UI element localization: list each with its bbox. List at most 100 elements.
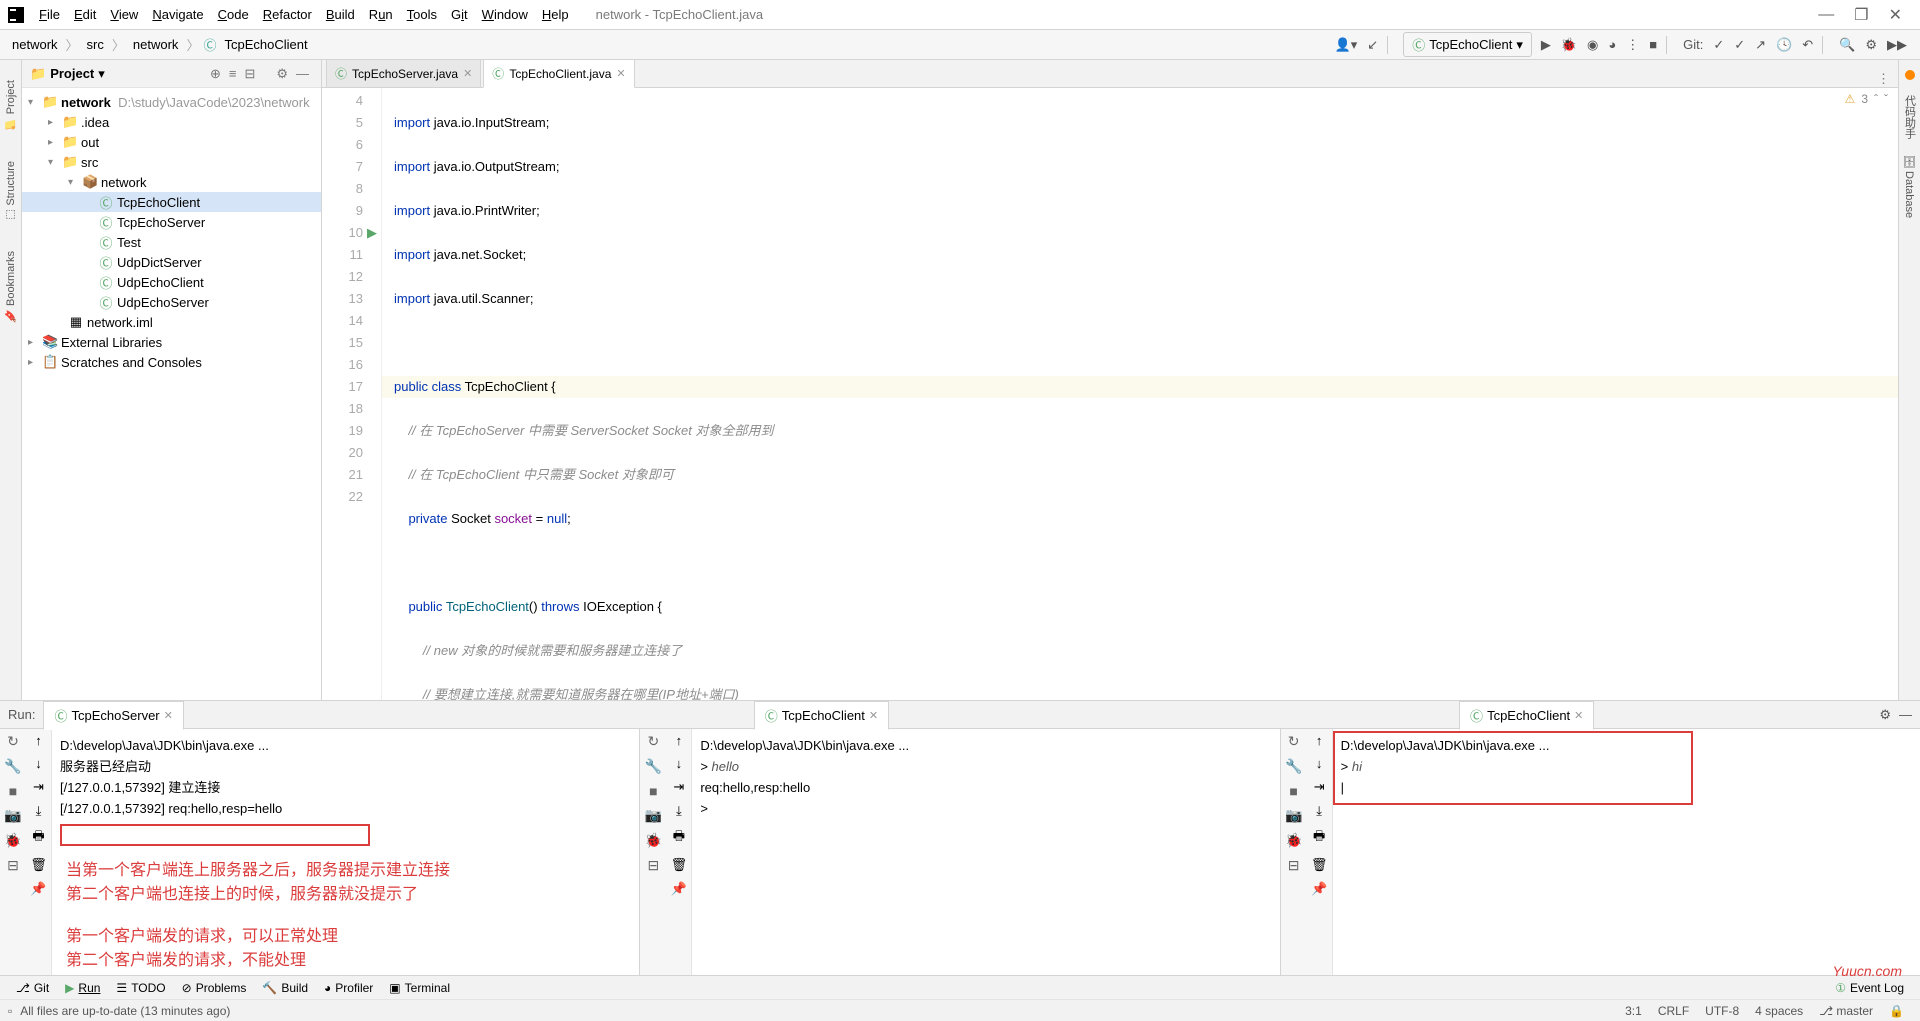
- maximize-button[interactable]: ❐: [1844, 5, 1878, 25]
- up-icon[interactable]: ↑: [1316, 733, 1323, 748]
- notification-dot-icon[interactable]: [1905, 70, 1915, 80]
- inspection-widget[interactable]: ⚠3 ˆˇ: [1845, 92, 1888, 106]
- tree-out[interactable]: ▸📁out: [22, 132, 321, 152]
- tree-scratch[interactable]: ▸📋Scratches and Consoles: [22, 352, 321, 372]
- down-icon[interactable]: ↓: [676, 756, 683, 771]
- stop-icon[interactable]: ■: [649, 783, 657, 799]
- exit-icon[interactable]: ⊟: [7, 857, 19, 874]
- menu-git[interactable]: Git: [444, 7, 475, 22]
- debug-icon[interactable]: 🐞: [1556, 37, 1582, 53]
- profile-icon[interactable]: ◕: [1603, 37, 1621, 52]
- bottom-build[interactable]: 🔨Build: [254, 981, 316, 995]
- expand-all-icon[interactable]: ≡: [225, 66, 241, 81]
- print-icon[interactable]: 🖶: [673, 827, 685, 849]
- clear-icon[interactable]: 🗑: [30, 857, 47, 873]
- project-tool-tab[interactable]: 📁 Project: [4, 80, 17, 131]
- assistant-tool-tab[interactable]: 代码助手: [1902, 95, 1918, 139]
- settings-icon[interactable]: ⚙: [1879, 707, 1891, 723]
- rerun-icon[interactable]: ↻: [1288, 733, 1300, 750]
- crumb-project[interactable]: network: [8, 37, 62, 52]
- exit-icon[interactable]: ⊟: [647, 857, 659, 874]
- run-tab-server[interactable]: ⒸTcpEchoServer✕: [43, 701, 183, 730]
- bottom-todo[interactable]: ☰TODO: [108, 981, 173, 995]
- settings-icon[interactable]: ⚙: [272, 66, 292, 82]
- tree-pkg[interactable]: ▾📦network: [22, 172, 321, 192]
- git-push-icon[interactable]: ↗: [1750, 37, 1771, 53]
- tree-root[interactable]: ▾📁network D:\study\JavaCode\2023\network: [22, 92, 321, 112]
- stop-icon[interactable]: ■: [1644, 37, 1662, 52]
- camera-icon[interactable]: 📷: [4, 807, 21, 824]
- structure-tool-tab[interactable]: ⬚ Structure: [4, 161, 17, 222]
- stop-icon[interactable]: ■: [9, 783, 17, 799]
- menu-window[interactable]: Window: [475, 7, 535, 22]
- close-button[interactable]: ✕: [1879, 5, 1912, 25]
- pin-icon[interactable]: 📌: [30, 881, 46, 897]
- git-commit-icon[interactable]: ✓: [1729, 37, 1750, 53]
- menu-build[interactable]: Build: [319, 7, 362, 22]
- exit-icon[interactable]: ⊟: [1288, 857, 1300, 874]
- collapse-all-icon[interactable]: ⊟: [240, 66, 259, 82]
- tree-idea[interactable]: ▸📁.idea: [22, 112, 321, 132]
- run-icon[interactable]: ▶: [1536, 37, 1556, 53]
- close-icon[interactable]: ✕: [1574, 709, 1583, 722]
- code-with-me-icon[interactable]: ▶▶: [1882, 37, 1912, 53]
- menu-refactor[interactable]: Refactor: [256, 7, 319, 22]
- console-output[interactable]: D:\develop\Java\JDK\bin\java.exe ... 服务器…: [52, 729, 639, 975]
- run-tab-client2[interactable]: ⒸTcpEchoClient✕: [1459, 701, 1594, 730]
- settings-icon[interactable]: ⚙: [1860, 37, 1882, 53]
- rerun-icon[interactable]: ↻: [7, 733, 19, 750]
- down-icon[interactable]: ↓: [1316, 756, 1323, 771]
- console-output[interactable]: D:\develop\Java\JDK\bin\java.exe ... > h…: [1333, 729, 1920, 975]
- file-encoding[interactable]: UTF-8: [1697, 1004, 1747, 1018]
- menu-view[interactable]: View: [103, 7, 145, 22]
- pin-icon[interactable]: 📌: [1311, 881, 1327, 897]
- tree-f1[interactable]: ⒸTcpEchoClient: [22, 192, 321, 212]
- clear-icon[interactable]: 🗑: [1311, 857, 1328, 873]
- console-output[interactable]: D:\develop\Java\JDK\bin\java.exe ... > h…: [692, 729, 1279, 975]
- print-icon[interactable]: 🖶: [1313, 827, 1325, 849]
- close-icon[interactable]: ✕: [164, 709, 173, 722]
- pin-icon[interactable]: 📌: [671, 881, 687, 897]
- print-icon[interactable]: 🖶: [32, 827, 44, 849]
- dump-icon[interactable]: 🐞: [645, 832, 662, 849]
- menu-navigate[interactable]: Navigate: [145, 7, 210, 22]
- database-tool-tab[interactable]: 🗄 Database: [1903, 154, 1916, 218]
- stop-icon[interactable]: ■: [1289, 783, 1297, 799]
- menu-file[interactable]: File: [32, 7, 67, 22]
- tree-src[interactable]: ▾📁src: [22, 152, 321, 172]
- tab-server[interactable]: ⒸTcpEchoServer.java✕: [326, 60, 481, 87]
- wrap-icon[interactable]: ⇥: [1314, 779, 1325, 795]
- up-icon[interactable]: ↑: [676, 733, 683, 748]
- menu-run[interactable]: Run: [362, 7, 400, 22]
- crumb-file[interactable]: TcpEchoClient: [220, 37, 311, 52]
- bottom-eventlog[interactable]: ①Event Log: [1827, 981, 1912, 995]
- select-opened-icon[interactable]: ⊕: [206, 66, 225, 82]
- stop-icon[interactable]: 🔧: [4, 758, 21, 775]
- user-icon[interactable]: 👤▾: [1330, 37, 1363, 53]
- stop-icon[interactable]: 🔧: [1285, 758, 1302, 775]
- dump-icon[interactable]: 🐞: [4, 832, 21, 849]
- down-icon[interactable]: ↓: [35, 756, 42, 771]
- vcs-update-icon[interactable]: ↙: [1362, 37, 1383, 53]
- stop-icon[interactable]: 🔧: [645, 758, 662, 775]
- camera-icon[interactable]: 📷: [1285, 807, 1302, 824]
- project-tree[interactable]: ▾📁network D:\study\JavaCode\2023\network…: [22, 88, 321, 700]
- menu-code[interactable]: Code: [211, 7, 256, 22]
- run-config-dropdown[interactable]: Ⓒ TcpEchoClient ▾: [1403, 32, 1532, 57]
- crumb-pkg[interactable]: network: [129, 37, 183, 52]
- crumb-src[interactable]: src: [83, 37, 108, 52]
- lock-icon[interactable]: 🔒: [1881, 1004, 1912, 1018]
- search-icon[interactable]: 🔍: [1834, 37, 1860, 53]
- rerun-icon[interactable]: ↻: [647, 733, 659, 750]
- run-gutter-icon[interactable]: ▶: [367, 222, 377, 244]
- chevron-up-icon[interactable]: ˆ: [1874, 92, 1878, 106]
- menu-edit[interactable]: Edit: [67, 7, 103, 22]
- dump-icon[interactable]: 🐞: [1285, 832, 1302, 849]
- code-editor[interactable]: 456789 10▶ 111213141516171819202122 impo…: [322, 88, 1898, 700]
- chevron-down-icon[interactable]: ▾: [98, 66, 105, 82]
- close-icon[interactable]: ✕: [869, 709, 878, 722]
- bookmarks-tool-tab[interactable]: 🔖 Bookmarks: [4, 251, 17, 323]
- up-icon[interactable]: ↑: [35, 733, 42, 748]
- bottom-git[interactable]: ⎇Git: [8, 981, 57, 995]
- scroll-icon[interactable]: ⤓: [36, 803, 42, 819]
